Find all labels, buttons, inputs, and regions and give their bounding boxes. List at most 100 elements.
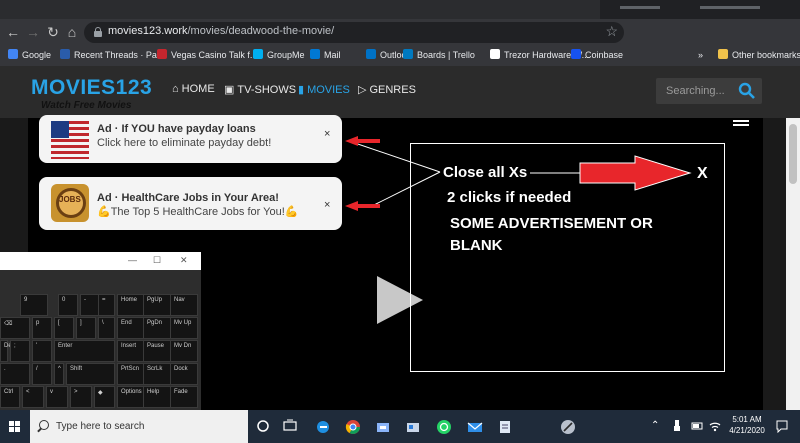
home-button-icon[interactable]: ⌂ bbox=[63, 23, 81, 41]
minimize-icon[interactable]: — bbox=[128, 255, 137, 265]
keyboard-key[interactable]: ' bbox=[32, 340, 52, 362]
whatsapp-icon[interactable] bbox=[436, 419, 452, 434]
bookmark-favicon-icon bbox=[253, 49, 263, 59]
ad-healthcare-jobs[interactable]: JOBS Ad · HealthCare Jobs in Your Area! … bbox=[39, 177, 342, 230]
keyboard-key[interactable]: Options bbox=[117, 386, 145, 408]
taskbar-search[interactable]: Type here to search bbox=[30, 410, 248, 443]
bookmark-star-icon[interactable]: ☆ bbox=[605, 23, 618, 40]
network-app-icon[interactable] bbox=[375, 419, 391, 433]
chrome-icon[interactable] bbox=[345, 419, 361, 434]
keyboard-key[interactable]: Mv Up bbox=[170, 317, 198, 339]
keyboard-key[interactable]: p bbox=[32, 317, 52, 339]
wifi-icon[interactable] bbox=[708, 419, 724, 433]
bookmark-item[interactable]: Vegas Casino Talk f... bbox=[157, 48, 257, 63]
keyboard-key[interactable]: Mv Dn bbox=[170, 340, 198, 362]
back-arrow-icon[interactable]: ← bbox=[4, 23, 22, 41]
keyboard-key[interactable]: v bbox=[46, 386, 68, 408]
keyboard-key[interactable]: ⌫ bbox=[0, 317, 30, 339]
search-icon[interactable] bbox=[738, 82, 756, 100]
show-hidden-icons[interactable]: ⌃ bbox=[651, 420, 659, 431]
snipping-tool-icon[interactable] bbox=[560, 419, 576, 434]
page-scrollbar[interactable] bbox=[786, 118, 800, 410]
keyboard-key[interactable]: > bbox=[70, 386, 92, 408]
player-menu-icon[interactable] bbox=[733, 118, 749, 126]
bookmark-favicon-icon bbox=[403, 49, 413, 59]
bookmark-item[interactable]: Boards | Trello bbox=[403, 48, 475, 63]
keyboard-key[interactable]: [ bbox=[54, 317, 74, 339]
clock-time: 5:01 AM bbox=[732, 415, 762, 424]
keyboard-key[interactable]: Dock bbox=[170, 363, 198, 385]
keyboard-key[interactable]: Home bbox=[117, 294, 145, 316]
bookmark-label: Coinbase bbox=[585, 50, 624, 60]
bookmark-item[interactable]: Google bbox=[8, 48, 51, 63]
close-icon[interactable]: × bbox=[324, 128, 330, 140]
keyboard-key[interactable]: 0 bbox=[58, 294, 78, 316]
jobs-magnifier-icon: JOBS bbox=[51, 184, 89, 222]
keyboard-key[interactable]: ^ bbox=[54, 363, 64, 385]
close-window-icon[interactable]: ✕ bbox=[180, 255, 188, 266]
keyboard-key[interactable]: Ctrl bbox=[0, 386, 20, 408]
keyboard-key[interactable]: Fade bbox=[170, 386, 198, 408]
system-clock[interactable]: 5:01 AM 4/21/2020 bbox=[725, 414, 769, 436]
windows-start-icon[interactable] bbox=[9, 421, 21, 433]
nav-tv-shows[interactable]: ▣ TV-SHOWS bbox=[224, 83, 296, 96]
scrollbar-thumb[interactable] bbox=[789, 124, 797, 184]
cortana-icon[interactable] bbox=[256, 419, 272, 433]
keyboard-key[interactable]: PgDn bbox=[143, 317, 171, 339]
keyboard-key[interactable]: . bbox=[0, 363, 30, 385]
annotation-close-all: Close all Xs bbox=[443, 164, 528, 181]
notes-icon[interactable] bbox=[497, 419, 513, 433]
devices-icon[interactable] bbox=[405, 419, 421, 433]
bookmark-label: Boards | Trello bbox=[417, 50, 475, 60]
bookmark-item[interactable]: Coinbase bbox=[571, 48, 623, 63]
bookmark-item[interactable]: GroupMe bbox=[253, 48, 305, 63]
bookmark-item[interactable]: Mail bbox=[310, 48, 341, 63]
keyboard-key[interactable]: ; bbox=[10, 340, 30, 362]
bookmark-item[interactable]: Other bookmarks bbox=[718, 48, 800, 63]
maximize-icon[interactable]: ☐ bbox=[153, 255, 161, 266]
keyboard-key[interactable]: End bbox=[117, 317, 145, 339]
edge-icon[interactable] bbox=[315, 419, 331, 433]
keyboard-key[interactable]: PgUp bbox=[143, 294, 171, 316]
keyboard-key[interactable]: Del bbox=[0, 340, 13, 362]
keyboard-key[interactable]: Insert bbox=[117, 340, 145, 362]
task-view-icon[interactable] bbox=[283, 419, 299, 433]
keyboard-key[interactable]: < bbox=[22, 386, 44, 408]
usb-icon[interactable] bbox=[671, 419, 687, 433]
ad-payday-loans[interactable]: Ad · If YOU have payday loans Click here… bbox=[39, 115, 342, 163]
keyboard-key[interactable]: / bbox=[32, 363, 52, 385]
keyboard-key[interactable]: Nav bbox=[170, 294, 198, 316]
bookmark-item[interactable]: » bbox=[698, 48, 703, 63]
forward-arrow-icon[interactable]: → bbox=[24, 23, 42, 41]
keyboard-key[interactable]: Shift bbox=[66, 363, 115, 385]
ad-close-x[interactable]: X bbox=[697, 165, 708, 183]
keyboard-key[interactable]: ◆ bbox=[94, 386, 115, 408]
battery-icon[interactable] bbox=[690, 419, 706, 433]
notifications-icon[interactable] bbox=[775, 419, 791, 434]
nav-genres[interactable]: ▷ GENRES bbox=[358, 83, 416, 96]
keyboard-key[interactable]: - bbox=[80, 294, 100, 316]
key-label: . bbox=[4, 366, 6, 372]
keyboard-key[interactable]: Help bbox=[143, 386, 171, 408]
site-header: MOVIES123 Watch Free Movies ⌂ HOME ▣ TV-SH… bbox=[0, 66, 800, 118]
mail-icon[interactable] bbox=[467, 419, 483, 433]
close-icon[interactable]: × bbox=[324, 199, 330, 211]
nav-home[interactable]: ⌂ HOME bbox=[172, 83, 215, 95]
address-host: movies123.work bbox=[108, 25, 188, 37]
key-label: Mv Dn bbox=[174, 343, 192, 349]
site-search[interactable]: Searching... bbox=[656, 78, 762, 104]
keyboard-key[interactable]: Pause bbox=[143, 340, 171, 362]
reload-icon[interactable]: ↻ bbox=[44, 23, 62, 41]
keyboard-key[interactable]: ] bbox=[76, 317, 96, 339]
address-bar[interactable]: movies123.work/movies/deadwood-the-movie… bbox=[84, 22, 624, 43]
site-logo[interactable]: MOVIES123 Watch Free Movies bbox=[31, 76, 152, 111]
bookmark-item[interactable]: Recent Threads · Pa... bbox=[60, 48, 164, 63]
keyboard-key[interactable]: 9 bbox=[20, 294, 48, 316]
keyboard-key[interactable]: ScrLk bbox=[143, 363, 171, 385]
keyboard-key[interactable]: = bbox=[98, 294, 115, 316]
nav-movies[interactable]: ▮ MOVIES bbox=[298, 83, 350, 96]
keyboard-key[interactable]: \ bbox=[98, 317, 115, 339]
keyboard-key[interactable]: Enter bbox=[54, 340, 115, 362]
keyboard-key[interactable]: PrtScn bbox=[117, 363, 145, 385]
browser-toolbar: ← → ↻ ⌂ movies123.work/movies/deadwood-t… bbox=[0, 19, 800, 46]
